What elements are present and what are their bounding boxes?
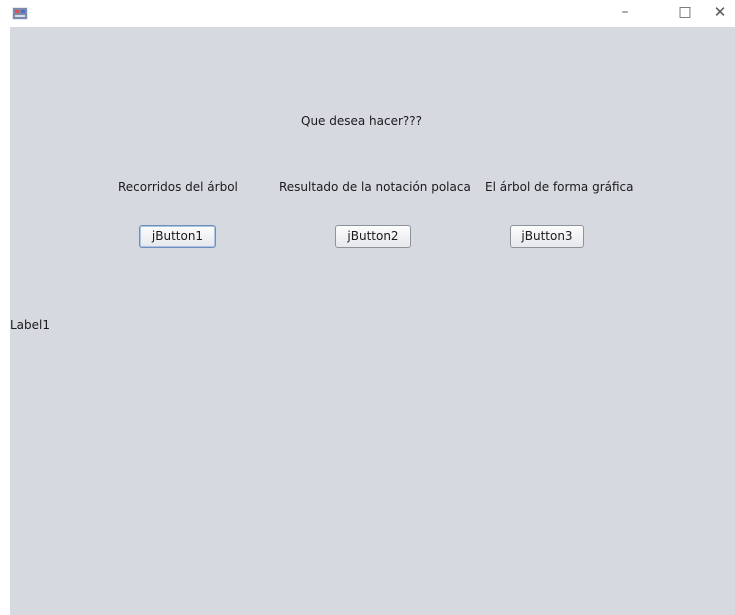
polish-notation-label: Resultado de la notación polaca bbox=[279, 180, 471, 194]
java-app-icon bbox=[12, 7, 28, 20]
jbutton1-button[interactable]: jButton1 bbox=[139, 225, 216, 248]
maximize-button[interactable]: □ bbox=[665, 0, 705, 27]
jbutton3-button[interactable]: jButton3 bbox=[510, 225, 584, 248]
question-label: Que desea hacer??? bbox=[301, 114, 423, 128]
title-bar: – □ ✕ bbox=[0, 0, 735, 27]
jbutton2-button[interactable]: jButton2 bbox=[335, 225, 411, 248]
status-label: Label1 bbox=[10, 318, 51, 332]
graphic-tree-label: El árbol de forma gráfica bbox=[485, 180, 634, 194]
content-pane: Que desea hacer??? Recorridos del árbol … bbox=[10, 27, 735, 615]
traversals-label: Recorridos del árbol bbox=[118, 180, 238, 194]
minimize-button[interactable]: – bbox=[605, 0, 645, 27]
close-button[interactable]: ✕ bbox=[700, 0, 735, 27]
